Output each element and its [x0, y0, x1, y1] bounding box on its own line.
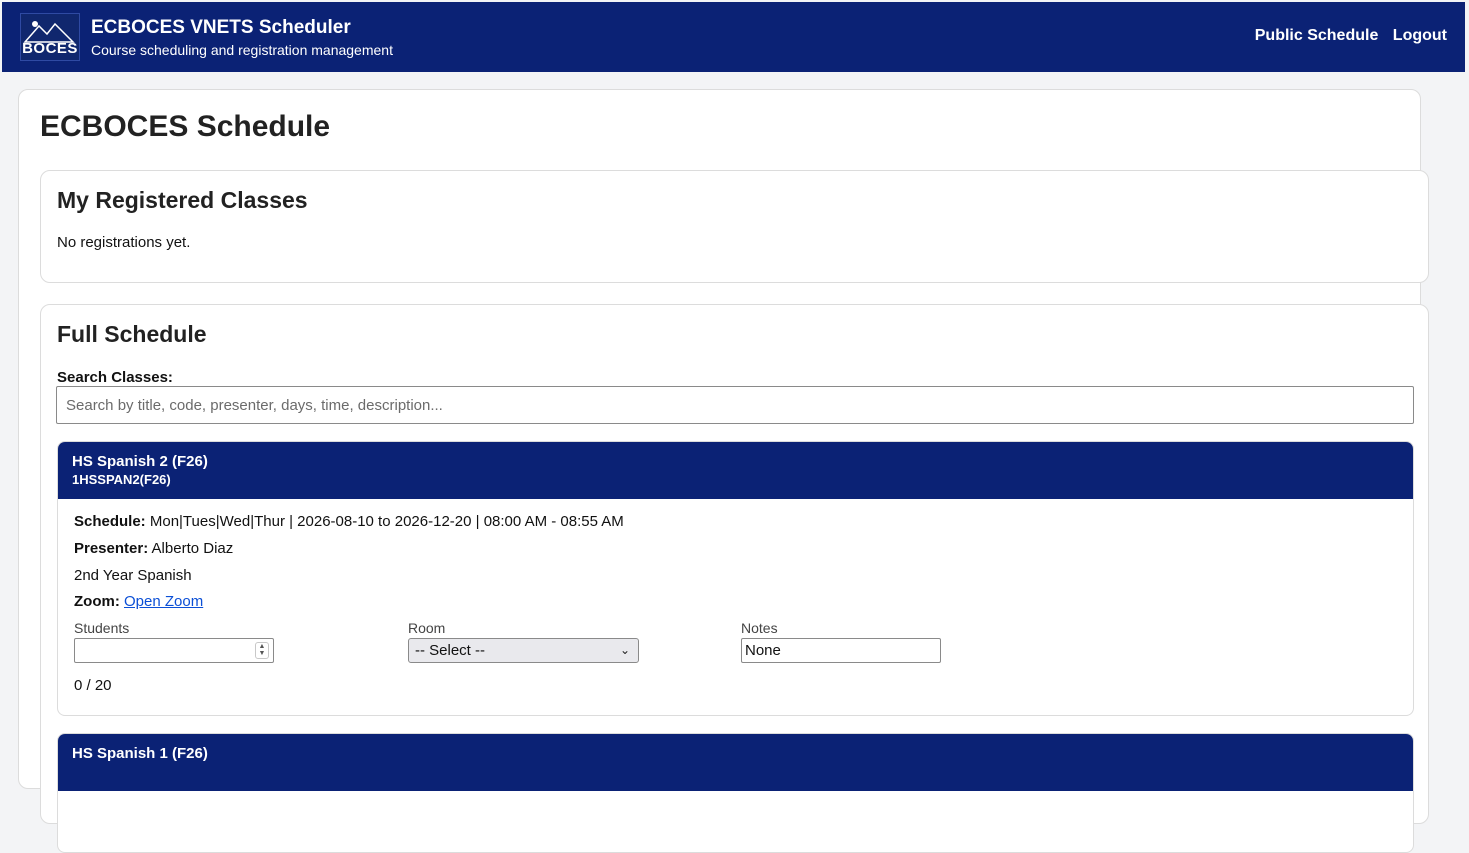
- presenter-line: Presenter: Alberto Diaz: [74, 540, 233, 557]
- notes-label: Notes: [741, 620, 778, 636]
- search-label: Search Classes:: [57, 369, 173, 386]
- class-card-header: HS Spanish 2 (F26) 1HSSPAN2(F26): [58, 442, 1413, 499]
- class-title: HS Spanish 2 (F26): [72, 453, 208, 470]
- number-spinner-icon[interactable]: ▲ ▼: [255, 642, 269, 659]
- enrollment-count: 0 / 20: [74, 677, 112, 694]
- class-card-body: Schedule: Mon|Tues|Wed|Thur | 2026-08-10…: [58, 499, 1413, 715]
- class-card-header: HS Spanish 1 (F26): [58, 734, 1413, 791]
- main-content: ECBOCES Schedule My Registered Classes N…: [18, 89, 1429, 853]
- class-card: HS Spanish 1 (F26): [57, 733, 1414, 853]
- public-schedule-link[interactable]: Public Schedule: [1255, 27, 1379, 44]
- room-select[interactable]: -- Select -- ⌄: [408, 638, 639, 663]
- open-zoom-link[interactable]: Open Zoom: [124, 593, 203, 610]
- logout-link[interactable]: Logout: [1393, 27, 1447, 44]
- presenter-label: Presenter:: [74, 540, 149, 557]
- no-registrations-message: No registrations yet.: [57, 234, 191, 251]
- schedule-label: Schedule:: [74, 513, 146, 530]
- app-subtitle: Course scheduling and registration manag…: [91, 42, 393, 58]
- page-title: ECBOCES Schedule: [40, 110, 331, 143]
- registered-classes-heading: My Registered Classes: [57, 187, 308, 213]
- boces-logo: BOCES: [20, 13, 80, 61]
- registered-classes-section: My Registered Classes No registrations y…: [40, 170, 1429, 283]
- app-title: ECBOCES VNETS Scheduler: [91, 17, 351, 38]
- search-input[interactable]: [56, 386, 1414, 424]
- logo-text: BOCES: [22, 40, 78, 57]
- room-select-value: -- Select --: [415, 642, 486, 659]
- room-label: Room: [408, 620, 446, 636]
- presenter-value: Alberto Diaz: [151, 540, 234, 557]
- schedule-value: Mon|Tues|Wed|Thur | 2026-08-10 to 2026-1…: [149, 513, 624, 530]
- top-header: BOCES ECBOCES VNETS Scheduler Course sch…: [2, 2, 1465, 72]
- zoom-line: Zoom: Open Zoom: [74, 593, 203, 610]
- full-schedule-heading: Full Schedule: [57, 321, 207, 347]
- zoom-label: Zoom:: [74, 593, 120, 610]
- class-description: 2nd Year Spanish: [74, 567, 192, 584]
- full-schedule-section: Full Schedule Search Classes: HS Spanish…: [40, 304, 1429, 853]
- class-code: 1HSSPAN2(F26): [72, 472, 171, 487]
- top-nav: Public Schedule Logout: [1245, 27, 1447, 45]
- notes-value: None: [745, 642, 781, 659]
- students-input[interactable]: ▲ ▼: [74, 638, 274, 663]
- class-card: HS Spanish 2 (F26) 1HSSPAN2(F26) Schedul…: [57, 441, 1414, 716]
- chevron-down-icon: ⌄: [619, 643, 630, 657]
- class-title: HS Spanish 1 (F26): [72, 745, 208, 762]
- notes-input[interactable]: None: [741, 638, 941, 663]
- schedule-line: Schedule: Mon|Tues|Wed|Thur | 2026-08-10…: [74, 513, 624, 530]
- students-label: Students: [74, 620, 130, 636]
